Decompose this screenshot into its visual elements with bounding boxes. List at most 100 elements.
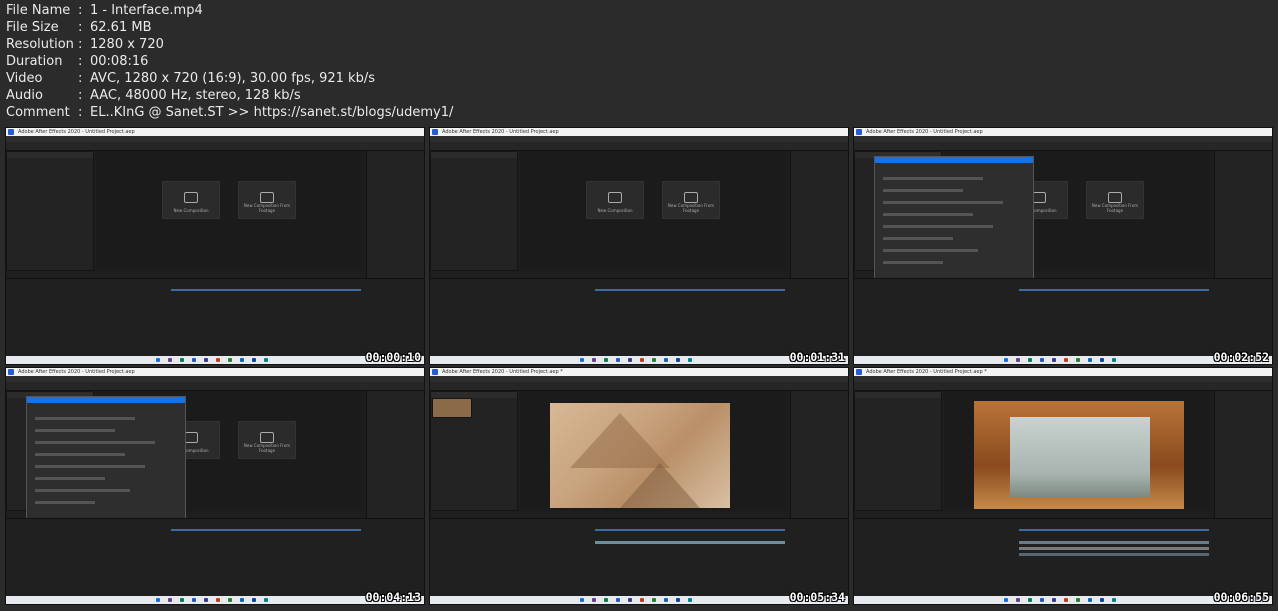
video-thumbnail: Adobe After Effects 2020 - Untitled Proj… — [5, 127, 425, 365]
taskbar-app-icon — [628, 358, 632, 362]
pyramid-footage — [550, 403, 730, 508]
file-info-separator: : — [78, 37, 83, 52]
timeline-panel — [6, 518, 424, 596]
taskbar-app-icon — [1076, 598, 1080, 602]
new-composition-from-footage-label: New Composition From Footage — [667, 203, 715, 213]
taskbar-app-icon — [156, 358, 160, 362]
taskbar-app-icon — [580, 598, 584, 602]
taskbar-app-icon — [1028, 598, 1032, 602]
taskbar-app-icon — [264, 358, 268, 362]
timeline-panel — [430, 518, 848, 596]
taskbar-app-icon — [1004, 598, 1008, 602]
taskbar-app-icon — [1088, 358, 1092, 362]
footage-icon — [1108, 192, 1122, 203]
app-icon — [856, 129, 862, 135]
composition-panel: New Composition New Composition From Foot… — [520, 151, 788, 271]
window-titlebar: Adobe After Effects 2020 - Untitled Proj… — [6, 128, 424, 136]
taskbar-app-icon — [264, 598, 268, 602]
new-composition-from-footage-card[interactable]: New Composition From Footage — [238, 421, 296, 459]
footage-icon — [684, 192, 698, 203]
taskbar-app-icon — [688, 598, 692, 602]
taskbar-app-icon — [1052, 358, 1056, 362]
file-info-key: Video — [6, 71, 43, 86]
timeline-panel — [6, 278, 424, 356]
taskbar-app-icon — [1052, 598, 1056, 602]
taskbar-app-icon — [252, 598, 256, 602]
taskbar-app-icon — [1100, 598, 1104, 602]
taskbar-app-icon — [604, 358, 608, 362]
taskbar-app-icon — [1004, 358, 1008, 362]
taskbar-app-icon — [168, 358, 172, 362]
footage-icon — [260, 432, 274, 443]
taskbar-app-icon — [252, 358, 256, 362]
window-titlebar: Adobe After Effects 2020 - Untitled Proj… — [430, 368, 848, 376]
tool-bar — [6, 142, 424, 151]
taskbar-app-icon — [616, 598, 620, 602]
footage-preview — [432, 398, 472, 418]
project-panel — [6, 151, 94, 271]
taskbar-app-icon — [156, 598, 160, 602]
taskbar-app-icon — [1064, 598, 1068, 602]
new-composition-from-footage-card[interactable]: New Composition From Footage — [662, 181, 720, 219]
video-thumbnail: Adobe After Effects 2020 - Untitled Proj… — [429, 127, 849, 365]
file-info-separator: : — [78, 105, 83, 120]
video-thumbnail: Adobe After Effects 2020 - Untitled Proj… — [429, 367, 849, 605]
file-info-value: AVC, 1280 x 720 (16:9), 30.00 fps, 921 k… — [90, 71, 375, 86]
video-thumbnail: Adobe After Effects 2020 - Untitled Proj… — [853, 367, 1273, 605]
file-info-row: File Size:62.61 MB — [6, 19, 453, 36]
taskbar-app-icon — [1076, 358, 1080, 362]
new-composition-from-footage-label: New Composition From Footage — [243, 203, 291, 213]
new-composition-from-footage-card[interactable]: New Composition From Footage — [1086, 181, 1144, 219]
taskbar-app-icon — [604, 598, 608, 602]
taskbar-app-icon — [616, 358, 620, 362]
file-info-key: Duration — [6, 54, 63, 69]
file-info-key: File Name — [6, 3, 71, 18]
taskbar-app-icon — [664, 358, 668, 362]
taskbar-app-icon — [664, 598, 668, 602]
composition-icon — [184, 432, 198, 443]
windows-taskbar — [6, 356, 424, 364]
new-composition-from-footage-label: New Composition From Footage — [1091, 203, 1139, 213]
footage-icon — [260, 192, 274, 203]
taskbar-app-icon — [652, 358, 656, 362]
file-info-key: File Size — [6, 20, 59, 35]
taskbar-app-icon — [216, 358, 220, 362]
composition-panel: New Composition New Composition From Foot… — [96, 151, 364, 271]
file-info-separator: : — [78, 71, 83, 86]
app-icon — [856, 369, 862, 375]
tool-bar — [6, 382, 424, 391]
video-thumbnail: Adobe After Effects 2020 - Untitled Proj… — [5, 367, 425, 605]
tool-bar — [854, 382, 1272, 391]
timestamp: 00:00:10 — [365, 350, 421, 364]
file-info-separator: : — [78, 54, 83, 69]
new-composition-card[interactable]: New Composition — [586, 181, 644, 219]
file-info-value: 62.61 MB — [90, 20, 152, 35]
taskbar-app-icon — [580, 358, 584, 362]
taskbar-app-icon — [1100, 358, 1104, 362]
app-icon — [432, 369, 438, 375]
taskbar-app-icon — [676, 358, 680, 362]
file-info-value: EL..KInG @ Sanet.ST >> https://sanet.st/… — [90, 105, 454, 120]
taskbar-app-icon — [1112, 358, 1116, 362]
timeline-panel — [430, 278, 848, 356]
new-composition-from-footage-card[interactable]: New Composition From Footage — [238, 181, 296, 219]
file-info-separator: : — [78, 88, 83, 103]
window-title: Adobe After Effects 2020 - Untitled Proj… — [18, 129, 135, 135]
windows-taskbar — [430, 356, 848, 364]
window-titlebar: Adobe After Effects 2020 - Untitled Proj… — [6, 368, 424, 376]
app-icon — [8, 129, 14, 135]
taskbar-app-icon — [1040, 598, 1044, 602]
file-info-row: Duration:00:08:16 — [6, 53, 453, 70]
window-titlebar: Adobe After Effects 2020 - Untitled Proj… — [430, 128, 848, 136]
taskbar-app-icon — [1088, 598, 1092, 602]
window-title: Adobe After Effects 2020 - Untitled Proj… — [866, 129, 983, 135]
windows-taskbar — [854, 356, 1272, 364]
timestamp: 00:04:13 — [365, 590, 421, 604]
new-composition-card[interactable]: New Composition — [162, 181, 220, 219]
taskbar-app-icon — [676, 598, 680, 602]
taskbar-app-icon — [592, 358, 596, 362]
taskbar-app-icon — [640, 598, 644, 602]
file-info-row: File Name:1 - Interface.mp4 — [6, 2, 453, 19]
taskbar-app-icon — [216, 598, 220, 602]
file-info-row: Audio: AAC, 48000 Hz, stereo, 128 kb/s — [6, 87, 453, 104]
